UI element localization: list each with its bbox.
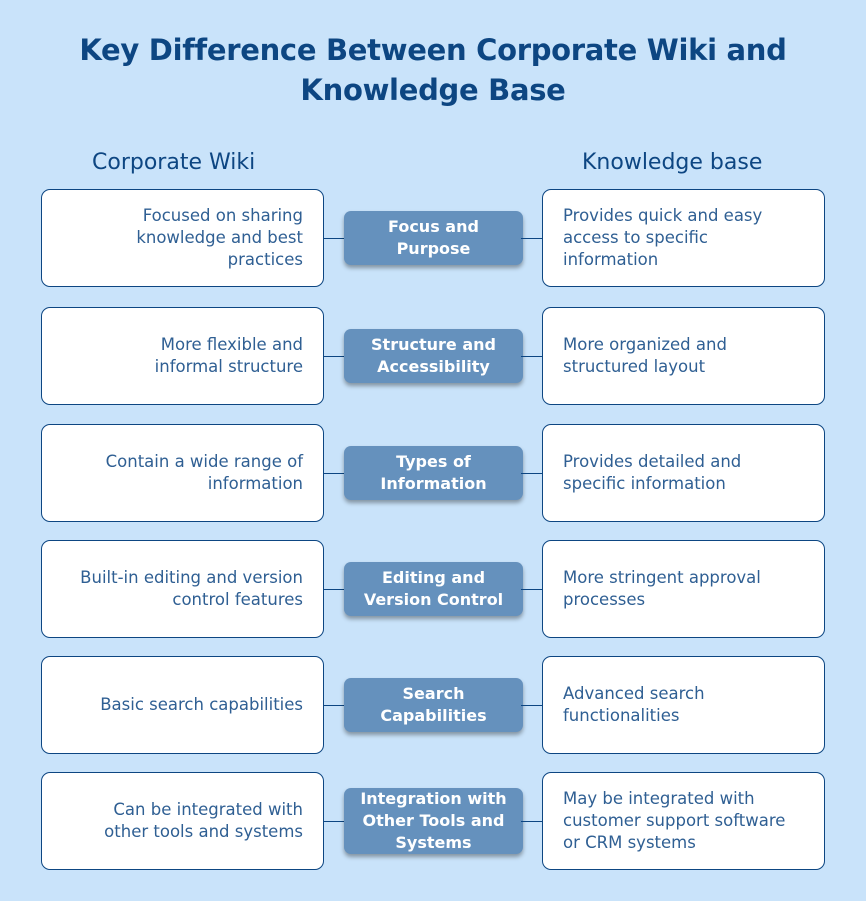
wiki-cell-text: Contain a wide range of information bbox=[105, 452, 303, 493]
kb-cell-text: Advanced search functionalities bbox=[563, 684, 705, 725]
comparison-row: Focused on sharing knowledge and best pr… bbox=[0, 189, 866, 289]
criterion-label: Focus and Purpose bbox=[388, 217, 479, 258]
connector-line bbox=[521, 238, 542, 240]
comparison-row: Built-in editing and version control fea… bbox=[0, 540, 866, 640]
connector-line bbox=[521, 473, 542, 475]
kb-cell: Provides detailed and specific informati… bbox=[542, 424, 825, 522]
wiki-cell: Contain a wide range of information bbox=[41, 424, 324, 522]
criterion-label: Search Capabilities bbox=[380, 684, 487, 725]
wiki-cell: Built-in editing and version control fea… bbox=[41, 540, 324, 638]
comparison-row: Can be integrated with other tools and s… bbox=[0, 772, 866, 872]
criterion-label: Editing and Version Control bbox=[363, 568, 504, 609]
criterion-label: Types of Information bbox=[380, 452, 487, 493]
kb-cell-text: More stringent approval processes bbox=[563, 568, 761, 609]
criterion-label: Structure and Accessibility bbox=[371, 335, 496, 376]
comparison-row: Contain a wide range of information Type… bbox=[0, 424, 866, 524]
wiki-cell-text: Focused on sharing knowledge and best pr… bbox=[136, 206, 303, 269]
comparison-row: More flexible and informal structure Str… bbox=[0, 307, 866, 407]
connector-line bbox=[521, 589, 542, 591]
kb-cell: Provides quick and easy access to specif… bbox=[542, 189, 825, 287]
wiki-cell: More flexible and informal structure bbox=[41, 307, 324, 405]
connector-line bbox=[324, 821, 346, 823]
connector-line bbox=[521, 821, 542, 823]
criterion-box: Focus and Purpose bbox=[344, 211, 523, 265]
criterion-box: Editing and Version Control bbox=[344, 562, 523, 616]
kb-cell: Advanced search functionalities bbox=[542, 656, 825, 754]
kb-cell-text: May be integrated with customer support … bbox=[563, 789, 786, 852]
comparison-row: Basic search capabilities Search Capabil… bbox=[0, 656, 866, 756]
wiki-cell: Can be integrated with other tools and s… bbox=[41, 772, 324, 870]
kb-cell-text: Provides quick and easy access to specif… bbox=[563, 206, 763, 269]
connector-line bbox=[521, 356, 542, 358]
connector-line bbox=[324, 589, 346, 591]
connector-line bbox=[324, 356, 346, 358]
wiki-cell-text: Basic search capabilities bbox=[100, 695, 303, 714]
kb-cell: More organized and structured layout bbox=[542, 307, 825, 405]
wiki-cell-text: More flexible and informal structure bbox=[154, 335, 303, 376]
criterion-box: Structure and Accessibility bbox=[344, 329, 523, 383]
criterion-box: Types of Information bbox=[344, 446, 523, 500]
wiki-cell-text: Can be integrated with other tools and s… bbox=[104, 800, 303, 841]
connector-line bbox=[324, 473, 346, 475]
column-header-corporate-wiki: Corporate Wiki bbox=[92, 150, 256, 175]
criterion-box: Search Capabilities bbox=[344, 678, 523, 732]
kb-cell-text: More organized and structured layout bbox=[563, 335, 727, 376]
wiki-cell: Focused on sharing knowledge and best pr… bbox=[41, 189, 324, 287]
kb-cell: More stringent approval processes bbox=[542, 540, 825, 638]
kb-cell-text: Provides detailed and specific informati… bbox=[563, 452, 742, 493]
page-title: Key Difference Between Corporate Wiki an… bbox=[79, 33, 787, 107]
connector-line bbox=[521, 705, 542, 707]
wiki-cell-text: Built-in editing and version control fea… bbox=[80, 568, 303, 609]
connector-line bbox=[324, 238, 346, 240]
criterion-box: Integration with Other Tools and Systems bbox=[344, 788, 523, 854]
connector-line bbox=[324, 705, 346, 707]
column-header-knowledge-base: Knowledge base bbox=[582, 150, 763, 175]
kb-cell: May be integrated with customer support … bbox=[542, 772, 825, 870]
wiki-cell: Basic search capabilities bbox=[41, 656, 324, 754]
criterion-label: Integration with Other Tools and Systems bbox=[360, 789, 507, 852]
